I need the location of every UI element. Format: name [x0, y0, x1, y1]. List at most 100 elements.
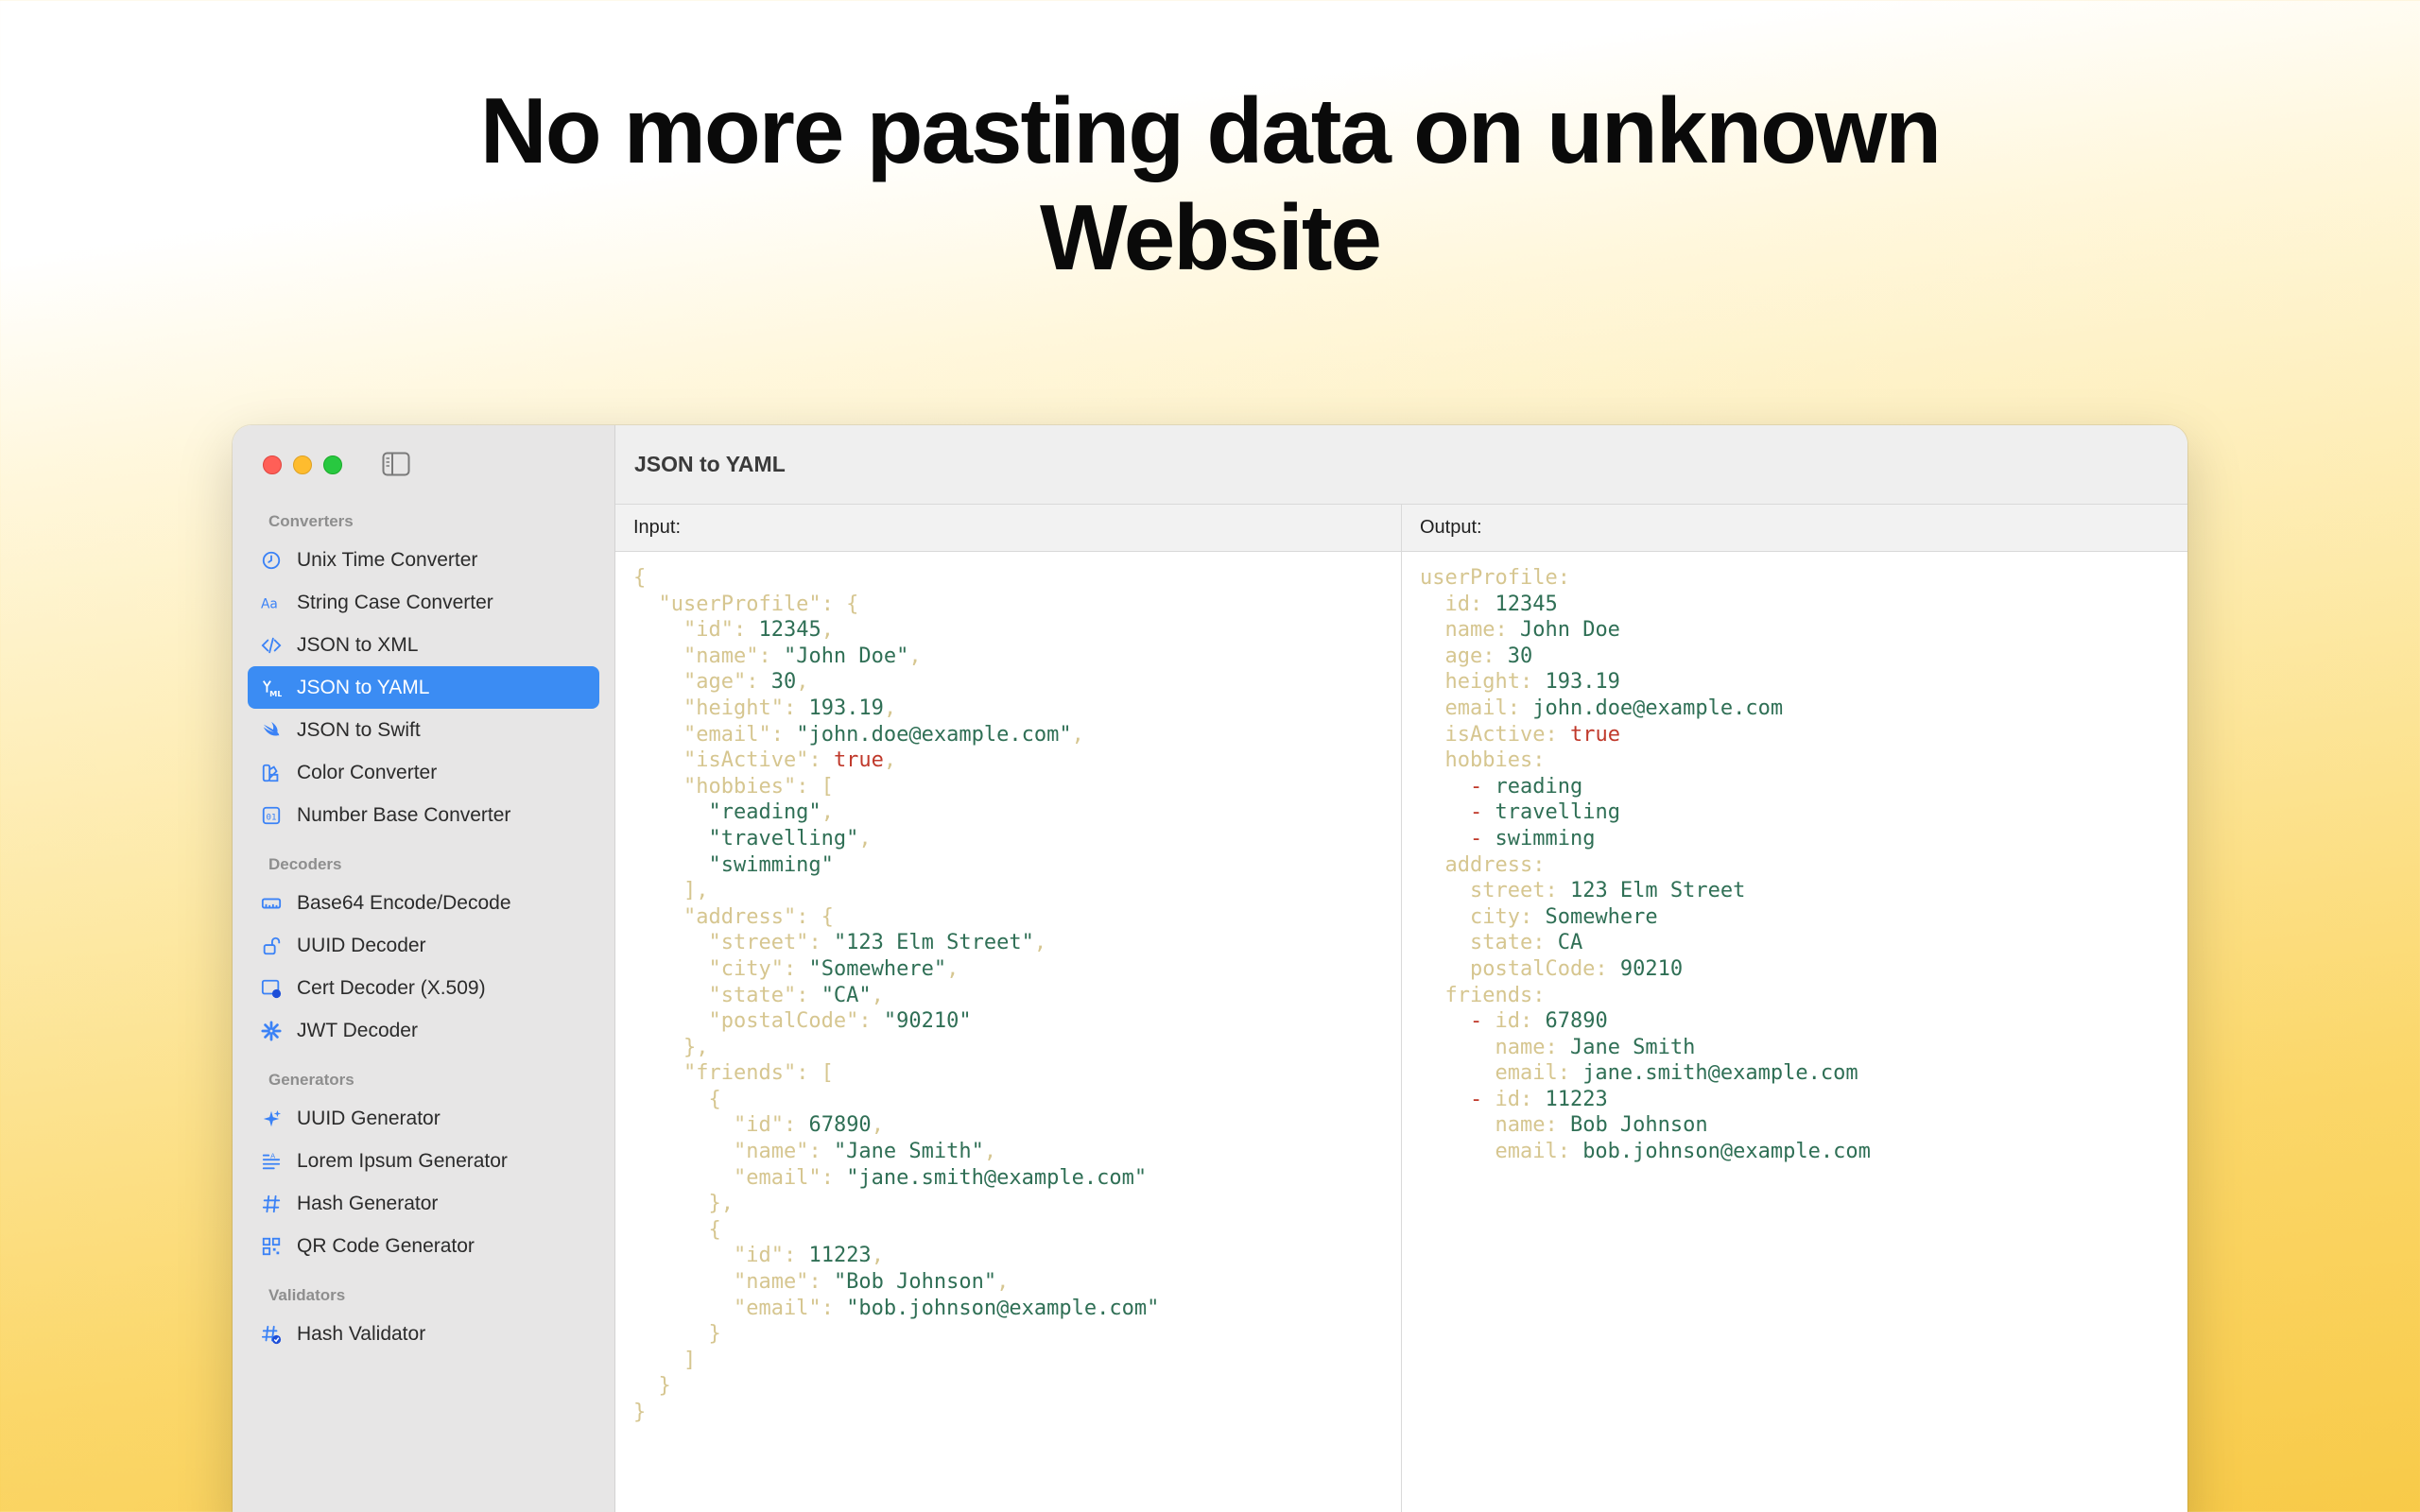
- code-line: "address": {: [633, 904, 1401, 931]
- code-token: : [: [796, 774, 834, 799]
- sidebar-item-number-base-converter[interactable]: 01 Number Base Converter: [248, 794, 599, 836]
- code-line: ],: [633, 878, 1401, 904]
- code-token: 11223: [1545, 1087, 1608, 1111]
- code-token: 67890: [1545, 1009, 1608, 1034]
- sidebar-nav: Converters Unix Time Converter Aa String Ca…: [248, 505, 599, 1355]
- sidebar-item-base64-encode-decode[interactable]: Base64 Encode/Decode: [248, 882, 599, 924]
- code-token: :: [808, 748, 834, 773]
- zoom-window-button[interactable]: [323, 455, 342, 474]
- input-editor[interactable]: { "userProfile": { "id": 12345, "name": …: [615, 552, 1401, 1426]
- sidebar-item-string-case-converter[interactable]: Aa String Case Converter: [248, 581, 599, 624]
- sidebar-item-json-to-xml[interactable]: JSON to XML: [248, 624, 599, 666]
- sidebar-item-qr-code-generator[interactable]: QR Code Generator: [248, 1225, 599, 1267]
- code-token: friends:: [1420, 983, 1546, 1007]
- code-token: 30: [1507, 644, 1533, 668]
- code-token: "address": [633, 904, 797, 929]
- code-token: name:: [1420, 1113, 1570, 1138]
- code-line: "name": "Bob Johnson",: [633, 1269, 1401, 1296]
- code-line: name: John Doe: [1420, 617, 2187, 644]
- code-token: city:: [1420, 904, 1546, 929]
- close-window-button[interactable]: [263, 455, 282, 474]
- code-token: ,: [871, 1244, 884, 1268]
- code-token: "hobbies": [633, 774, 797, 799]
- code-line: postalCode: 90210: [1420, 956, 2187, 983]
- code-token: },: [633, 1192, 734, 1216]
- ruler-icon: [259, 891, 284, 916]
- sidebar-item-json-to-yaml[interactable]: ML JSON to YAML: [248, 666, 599, 709]
- code-line: "street": "123 Elm Street",: [633, 930, 1401, 956]
- sidebar-item-hash-validator[interactable]: Hash Validator: [248, 1313, 599, 1355]
- code-token: 30: [770, 670, 797, 695]
- sidebar-item-lorem-ipsum-generator[interactable]: A Lorem Ipsum Generator: [248, 1140, 599, 1182]
- code-token: ,: [871, 983, 884, 1007]
- code-line: state: CA: [1420, 930, 2187, 956]
- hash-icon: [259, 1192, 284, 1216]
- code-line: name: Bob Johnson: [1420, 1112, 2187, 1139]
- code-token: name:: [1420, 618, 1520, 643]
- output-pane: Output: userProfile: id: 12345 name: Joh…: [1401, 505, 2187, 1512]
- headline: No more pasting data on unknown Website: [0, 77, 2420, 291]
- code-token: :: [733, 618, 759, 643]
- code-token: {: [633, 1217, 721, 1242]
- code-line: "name": "John Doe",: [633, 644, 1401, 670]
- svg-text:Aa: Aa: [261, 596, 278, 611]
- code-line: email: jane.smith@example.com: [1420, 1060, 2187, 1087]
- code-token: ,: [821, 618, 834, 643]
- code-token: ,: [883, 748, 897, 773]
- code-token: true: [1569, 722, 1620, 747]
- code-line: userProfile:: [1420, 565, 2187, 592]
- clock-icon: [259, 548, 284, 573]
- code-token: ,: [996, 1270, 1010, 1295]
- minimize-window-button[interactable]: [293, 455, 312, 474]
- sidebar-item-uuid-decoder[interactable]: UUID Decoder: [248, 924, 599, 967]
- sidebar-item-label: String Case Converter: [297, 591, 493, 613]
- qr-code-icon: [259, 1234, 284, 1259]
- lock-open-icon: [259, 934, 284, 958]
- sidebar-item-label: JSON to XML: [297, 633, 419, 656]
- code-token: name:: [1420, 1035, 1570, 1059]
- code-token: "id": [633, 618, 734, 643]
- code-token: "city": [633, 956, 784, 981]
- code-line: "state": "CA",: [633, 983, 1401, 1009]
- code-token: }: [633, 1400, 647, 1424]
- output-editor[interactable]: userProfile: id: 12345 name: John Doe ag…: [1402, 552, 2187, 1165]
- code-token: :: [770, 722, 797, 747]
- sidebar: Converters Unix Time Converter Aa String Ca…: [233, 425, 615, 1512]
- headline-line-2: Website: [1040, 185, 1382, 289]
- code-token: "height": [633, 696, 784, 720]
- sidebar-item-uuid-generator[interactable]: UUID Generator: [248, 1097, 599, 1140]
- code-line: "isActive": true,: [633, 747, 1401, 774]
- code-token: "age": [633, 670, 747, 695]
- code-line: - id: 67890: [1420, 1008, 2187, 1035]
- sidebar-item-hash-generator[interactable]: Hash Generator: [248, 1182, 599, 1225]
- code-token: email:: [1420, 696, 1533, 720]
- code-token: "90210": [883, 1009, 972, 1034]
- sidebar-item-label: Hash Validator: [297, 1322, 426, 1345]
- sidebar-item-json-to-swift[interactable]: JSON to Swift: [248, 709, 599, 751]
- code-token: "swimming": [633, 852, 834, 877]
- sidebar-item-cert-decoder-x-509[interactable]: Cert Decoder (X.509): [248, 967, 599, 1009]
- code-line: "id": 12345,: [633, 617, 1401, 644]
- code-line: "postalCode": "90210": [633, 1008, 1401, 1035]
- code-line: id: 12345: [1420, 592, 2187, 618]
- code-token: "jane.smith@example.com": [846, 1165, 1148, 1190]
- code-token: true: [833, 748, 884, 773]
- code-token: : {: [796, 904, 834, 929]
- code-token: ,: [871, 1113, 884, 1138]
- code-token: 67890: [808, 1113, 872, 1138]
- code-token: "bob.johnson@example.com": [846, 1296, 1160, 1320]
- code-token: :: [796, 983, 821, 1007]
- sidebar-item-color-converter[interactable]: Color Converter: [248, 751, 599, 794]
- code-line: "id": 67890,: [633, 1112, 1401, 1139]
- code-token: {: [633, 1087, 721, 1111]
- code-token: age:: [1420, 644, 1508, 668]
- sidebar-item-unix-time-converter[interactable]: Unix Time Converter: [248, 539, 599, 581]
- code-token: "email": [633, 1165, 821, 1190]
- code-token: "email": [633, 722, 771, 747]
- svg-text:ML: ML: [269, 689, 282, 698]
- sidebar-item-jwt-decoder[interactable]: JWT Decoder: [248, 1009, 599, 1052]
- code-line: "email": "jane.smith@example.com": [633, 1165, 1401, 1192]
- sidebar-toggle-icon[interactable]: [382, 452, 410, 476]
- code-token: "travelling": [633, 826, 859, 850]
- code-token: "postalCode": [633, 1009, 859, 1034]
